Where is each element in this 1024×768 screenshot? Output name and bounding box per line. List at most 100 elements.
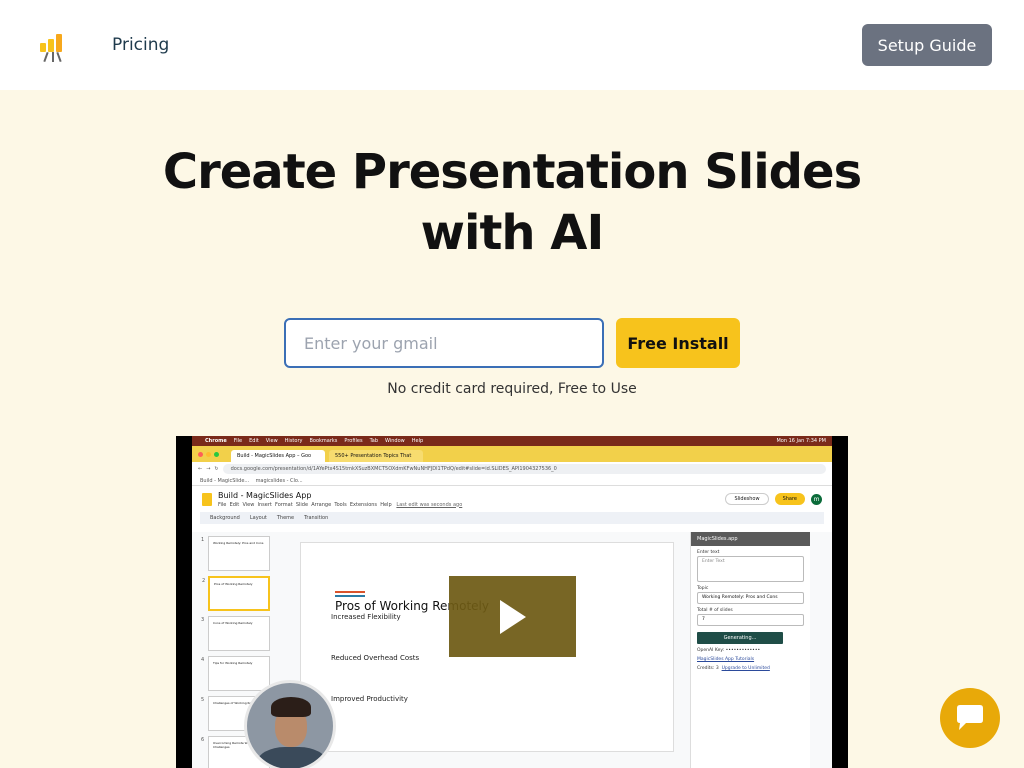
logo-icon[interactable]	[36, 28, 68, 63]
upgrade-link: Upgrade to Unlimited	[721, 666, 770, 671]
slide-thumbnail: 2 Pros of Working Remotely	[202, 576, 270, 611]
slideshow-button: Slideshow	[725, 493, 769, 505]
credits-line: Credits: 3 Upgrade to Unlimited	[697, 666, 804, 671]
api-key-label: OpenAI Key:	[697, 648, 725, 653]
panel-slides-field: 7	[697, 614, 804, 626]
toolbar-item: Background	[210, 515, 240, 521]
menubar-item: View	[265, 438, 278, 444]
doc-menu-item: Slide	[295, 501, 309, 508]
browser-tab: Build - MagicSlides App – Goo	[231, 450, 325, 462]
toolbar-item: Theme	[276, 515, 295, 521]
browser-tab: 550+ Presentation Topics That	[329, 450, 423, 462]
slide-thumbnail: 3 Cons of Working Remotely	[201, 616, 270, 651]
bookmark-item: Build - MagicSlide...	[200, 478, 250, 484]
api-key-line: OpenAI Key: •••••••••••••	[697, 648, 804, 653]
slides-icon	[202, 492, 212, 506]
doc-menu: File Edit View Insert Format Slide Arran…	[218, 502, 462, 508]
thumb-text: Cons of Working Remotely	[213, 621, 253, 625]
hero-title-line2: with AI	[420, 205, 605, 261]
thumb-number: 2	[202, 578, 206, 584]
nav-link-pricing[interactable]: Pricing	[112, 35, 169, 55]
menubar-clock: Mon 16 Jan 7:34 PM	[776, 438, 826, 444]
browser-tabs: Build - MagicSlides App – Goo 550+ Prese…	[192, 446, 832, 462]
doc-menu-item: Arrange	[311, 501, 332, 508]
thumb-text: Pros of Working Remotely	[214, 582, 253, 586]
avatar: m	[811, 493, 822, 505]
bookmarks-bar: Build - MagicSlide... magicslides - Clo.…	[192, 476, 832, 486]
thumb-number: 1	[201, 537, 205, 543]
slide-accent-line	[335, 595, 365, 597]
menubar-app: Chrome	[205, 438, 227, 444]
doc-menu-item: Tools	[334, 501, 347, 508]
slide-accent-line	[335, 591, 365, 593]
url-field: docs.google.com/presentation/d/1AYePtx4S…	[222, 464, 826, 474]
chat-icon	[957, 705, 983, 730]
reload-icon: ↻	[214, 466, 219, 472]
address-bar: ← → ↻ docs.google.com/presentation/d/1AY…	[192, 462, 832, 476]
bookmark-item: magicslides - Clo...	[255, 478, 303, 484]
thumb-number: 6	[201, 737, 205, 743]
panel-label: Total # of slides	[697, 608, 733, 613]
window-controls	[198, 451, 219, 457]
credits-text: Credits: 3	[697, 666, 719, 671]
signup-form: Free Install	[284, 318, 740, 368]
webcam-overlay	[244, 680, 336, 768]
forward-icon: →	[206, 466, 211, 472]
slide-bullet: Reduced Overhead Costs	[331, 654, 420, 662]
panel-label: Enter text	[697, 550, 720, 555]
hero-title: Create Presentation Slides with AI	[0, 142, 1024, 264]
menubar-item: Tab	[369, 438, 379, 444]
side-rail	[812, 532, 832, 768]
doc-menu-item: Edit	[229, 501, 240, 508]
panel-topic-field: Working Remotely: Pros and Cons	[697, 592, 804, 604]
slide-thumbnail: 4 Tips for Working Remotely	[201, 656, 270, 691]
slides-toolbar: Background Layout Theme Transition	[200, 512, 824, 524]
hero-title-line1: Create Presentation Slides	[162, 144, 862, 200]
free-install-button[interactable]: Free Install	[616, 318, 740, 368]
doc-menu-item: Help	[380, 501, 392, 508]
demo-video[interactable]: Chrome File Edit View History Bookmarks …	[176, 436, 848, 768]
slide-bullet: Increased Flexibility	[331, 613, 401, 621]
doc-title: Build - MagicSlides App	[218, 490, 312, 500]
no-credit-card-note: No credit card required, Free to Use	[387, 381, 637, 397]
menubar-item: Window	[385, 438, 405, 444]
thumb-number: 5	[201, 697, 205, 703]
toolbar-item: Layout	[249, 515, 267, 521]
doc-menu-item: Format	[275, 501, 293, 508]
thumb-text: Tips for Working Remotely	[213, 661, 253, 665]
menubar-item: File	[233, 438, 243, 444]
generating-button: Generating...	[697, 632, 783, 644]
share-button: Share	[774, 493, 805, 505]
back-icon: ←	[198, 466, 203, 472]
slides-header: Build - MagicSlides App File Edit View I…	[192, 486, 832, 512]
slide-bullet: Improved Productivity	[331, 695, 408, 703]
last-edit-text: Last edit was seconds ago	[396, 501, 463, 508]
panel-label: Topic	[697, 586, 709, 591]
thumb-number: 3	[201, 617, 205, 623]
panel-header: MagicSlides.app	[691, 532, 810, 546]
magicslides-panel: MagicSlides.app Enter text Enter Text To…	[690, 532, 810, 768]
api-key-value: •••••••••••••	[725, 648, 761, 653]
doc-menu-item: File	[218, 501, 227, 508]
menubar-item: Bookmarks	[309, 438, 338, 444]
thumb-number: 4	[201, 657, 205, 663]
menubar-item: Edit	[249, 438, 259, 444]
thumb-text: Working Remotely: Pros and Cons	[213, 541, 264, 545]
tutorials-link: MagicSlides App Tutorials	[697, 657, 755, 662]
menubar-item: History	[284, 438, 303, 444]
menubar-item: Profiles	[344, 438, 363, 444]
play-button[interactable]	[449, 576, 576, 657]
menubar-item: Help	[411, 438, 424, 444]
doc-menu-item: View	[242, 501, 255, 508]
doc-menu-item: Extensions	[349, 501, 378, 508]
chat-button[interactable]	[940, 688, 1000, 748]
doc-menu-item: Insert	[257, 501, 272, 508]
setup-guide-button[interactable]: Setup Guide	[862, 24, 992, 66]
toolbar-item: Transition	[304, 515, 329, 521]
email-input[interactable]	[284, 318, 604, 368]
top-nav: Pricing Setup Guide	[0, 0, 1024, 90]
mac-menubar: Chrome File Edit View History Bookmarks …	[192, 436, 832, 446]
slide-thumbnail: 1 Working Remotely: Pros and Cons	[201, 536, 270, 571]
panel-text-field: Enter Text	[697, 556, 804, 582]
play-icon	[499, 599, 526, 634]
